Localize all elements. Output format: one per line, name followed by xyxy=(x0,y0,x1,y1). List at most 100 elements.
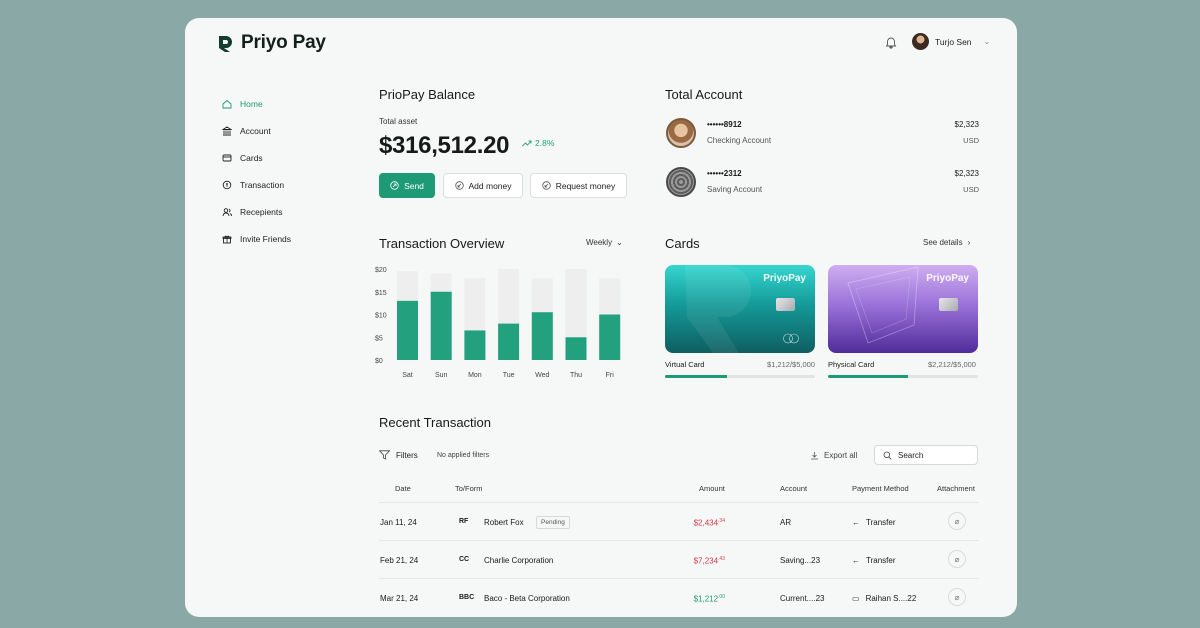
row-amount-main: $2,434 xyxy=(693,518,719,528)
attachment-icon[interactable]: ⌀ xyxy=(948,588,966,606)
total-account-title: Total Account xyxy=(665,87,743,102)
request-money-button[interactable]: Request money xyxy=(530,173,627,198)
period-select[interactable]: Weekly ⌄ xyxy=(586,238,623,247)
chevron-right-icon: › xyxy=(967,238,971,247)
card-label: Physical Card xyxy=(828,360,875,369)
total-asset-label: Total asset xyxy=(379,117,418,126)
row-initials: CC xyxy=(459,556,470,563)
arrow-left-icon: ← xyxy=(852,556,860,565)
sidebar-item-home[interactable]: Home xyxy=(222,90,342,117)
card-progress-fill xyxy=(828,375,908,378)
sidebar-item-cards[interactable]: Cards xyxy=(222,144,342,171)
account-number: ••••••8912 xyxy=(707,120,742,129)
row-method: Raihan S....22 xyxy=(865,594,917,603)
arrow-left-icon: ← xyxy=(852,518,860,527)
sidebar-item-transaction[interactable]: Transaction xyxy=(222,171,342,198)
export-label: Export all xyxy=(824,451,858,460)
row-name: Charlie Corporation xyxy=(484,556,554,565)
user-name: Turjo Sen xyxy=(935,36,972,47)
row-amount: $7,234.43 xyxy=(675,556,725,566)
balance-change-value: 2.8% xyxy=(535,138,555,148)
bar[interactable] xyxy=(498,323,520,360)
add-money-button[interactable]: Add money xyxy=(443,173,523,198)
row-date: Feb 21, 24 xyxy=(380,556,419,565)
y-tick-label: $5 xyxy=(375,335,383,342)
virtual-card[interactable]: PriyoPay xyxy=(665,265,815,353)
x-tick-label: Thu xyxy=(570,372,582,379)
attachment-icon[interactable]: ⌀ xyxy=(948,512,966,530)
card-chip-icon xyxy=(939,298,958,311)
column-header: Account xyxy=(780,484,808,493)
add-money-label: Add money xyxy=(468,180,512,191)
recipients-icon xyxy=(222,207,232,216)
x-tick-label: Mon xyxy=(468,372,482,379)
card-limit: $2,212/$5,000 xyxy=(928,360,976,369)
account-type: Checking Account xyxy=(707,136,772,145)
account-avatar xyxy=(666,118,696,148)
gift-icon xyxy=(222,235,232,243)
bar[interactable] xyxy=(565,337,587,360)
row-payment-method: ← Transfer xyxy=(852,556,896,565)
column-header: Date xyxy=(395,484,411,493)
card-brand: PriyoPay xyxy=(763,273,806,284)
account-row-checking[interactable]: ••••••8912 Checking Account $2,323 USD xyxy=(666,118,979,148)
sidebar-item-label: Home xyxy=(240,98,263,109)
row-date: Jan 11, 24 xyxy=(380,518,417,527)
row-name: Robert Fox xyxy=(484,518,524,527)
x-tick-label: Wed xyxy=(535,372,549,379)
chevron-down-icon: ⌄ xyxy=(616,238,623,247)
user-menu[interactable]: Turjo Sen ⌄ xyxy=(912,33,990,50)
sidebar-item-account[interactable]: Account xyxy=(222,117,342,144)
bell-icon[interactable] xyxy=(884,36,898,50)
sidebar: Home Account Cards Transaction Recepient… xyxy=(222,90,342,252)
bar[interactable] xyxy=(531,312,553,360)
transaction-icon xyxy=(222,180,232,189)
export-all-button[interactable]: Export all xyxy=(810,451,857,460)
status-badge: Pending xyxy=(536,516,570,529)
row-amount-cents: .34 xyxy=(718,518,725,524)
table-row[interactable]: Jan 11, 24 RF Robert Fox Pending $2,434.34 AR… xyxy=(379,502,979,540)
see-details-link[interactable]: See details › xyxy=(923,238,970,247)
account-row-saving[interactable]: ••••••2312 Saving Account $2,323 USD xyxy=(666,167,979,197)
card-limit: $1,212/$5,000 xyxy=(767,360,815,369)
bar[interactable] xyxy=(430,291,452,360)
row-date: Mar 21, 24 xyxy=(380,594,419,603)
row-amount: $1,212.00 xyxy=(675,594,725,604)
row-method: Transfer xyxy=(866,556,896,565)
y-tick-label: $10 xyxy=(375,313,387,320)
overview-chart: $0 $5 $10 $15 $20 Sat Sun Mon Tue Wed Thu Fri xyxy=(375,267,621,379)
search-field[interactable] xyxy=(874,445,978,465)
row-amount: $2,434.34 xyxy=(675,518,725,528)
bar[interactable] xyxy=(599,314,621,361)
card-progress-fill xyxy=(665,375,727,378)
filters-button[interactable]: Filters xyxy=(379,450,418,460)
search-input[interactable] xyxy=(898,450,968,460)
bar[interactable] xyxy=(397,300,418,360)
send-button[interactable]: Send xyxy=(379,173,435,198)
download-icon xyxy=(811,452,818,460)
row-account: AR xyxy=(780,518,792,527)
column-header: Payment Method xyxy=(852,484,909,493)
table-row[interactable]: Feb 21, 24 CC Charlie Corporation $7,234.43… xyxy=(379,540,979,578)
table-header: Date To/Form Amount Account Payment Meth… xyxy=(379,484,979,498)
period-label: Weekly xyxy=(586,238,613,247)
request-money-icon xyxy=(542,181,551,190)
row-amount-cents: .43 xyxy=(718,556,725,562)
physical-card[interactable]: PriyoPay xyxy=(828,265,978,353)
y-tick-label: $20 xyxy=(375,267,387,274)
sidebar-item-label: Transaction xyxy=(240,179,285,190)
balance-title: PrioPay Balance xyxy=(379,87,476,102)
sidebar-item-recipients[interactable]: Recepients xyxy=(222,198,342,225)
row-payment-method: ← Transfer xyxy=(852,518,896,527)
balance-amount: $316,512.20 xyxy=(379,132,510,159)
sidebar-item-invite[interactable]: Invite Friends xyxy=(222,225,342,252)
attachment-icon[interactable]: ⌀ xyxy=(948,550,966,568)
card-icon: ▭ xyxy=(852,594,860,603)
card-chip-icon xyxy=(776,298,795,311)
recent-transaction-title: Recent Transaction xyxy=(379,415,492,430)
brand-name: Priyo Pay xyxy=(241,32,326,53)
brand-logo[interactable]: Priyo Pay xyxy=(215,32,326,54)
bar[interactable] xyxy=(464,330,486,360)
table-row[interactable]: Mar 21, 24 BBC Baco - Beta Corporation $1,2… xyxy=(379,578,979,616)
row-amount-cents: .00 xyxy=(718,594,725,600)
